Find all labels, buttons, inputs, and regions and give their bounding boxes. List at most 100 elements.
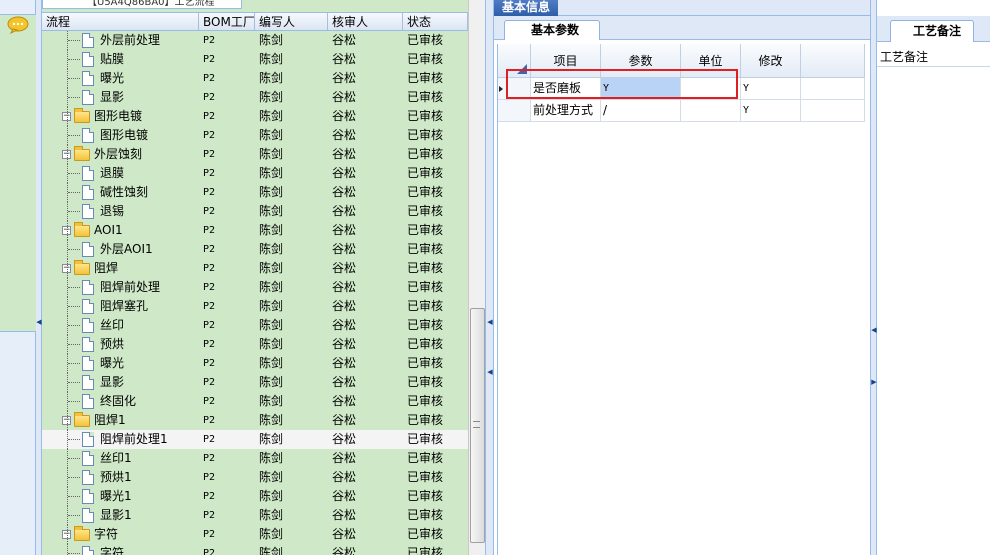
tree-row[interactable]: 终固化 P2 陈剑 谷松 已审核	[42, 392, 468, 411]
tree-node[interactable]: 曝光	[42, 69, 199, 88]
tree-row[interactable]: 字符 P2 陈剑 谷松 已审核	[42, 544, 468, 555]
tree-row[interactable]: − 阻焊1 P2 陈剑 谷松 已审核	[42, 411, 468, 430]
tree-node[interactable]: 字符	[42, 544, 199, 555]
tree-node-label: 外层蚀刻	[94, 147, 143, 161]
tree-row[interactable]: 图形电镀 P2 陈剑 谷松 已审核	[42, 126, 468, 145]
tree-node[interactable]: 预烘1	[42, 468, 199, 487]
cell-modify[interactable]: Y	[741, 78, 801, 100]
tree-node[interactable]: 显影	[42, 373, 199, 392]
tree-row[interactable]: 显影 P2 陈剑 谷松 已审核	[42, 373, 468, 392]
tree-row[interactable]: 外层AOI1 P2 陈剑 谷松 已审核	[42, 240, 468, 259]
tree-row[interactable]: 预烘1 P2 陈剑 谷松 已审核	[42, 468, 468, 487]
column-header-modify[interactable]: 修改	[741, 44, 801, 78]
cell-modify[interactable]: Y	[741, 100, 801, 122]
tree-row[interactable]: 显影 P2 陈剑 谷松 已审核	[42, 88, 468, 107]
tree-row[interactable]: 曝光 P2 陈剑 谷松 已审核	[42, 69, 468, 88]
tab-basic-params[interactable]: 基本参数	[504, 20, 601, 40]
tree-node[interactable]: 丝印1	[42, 449, 199, 468]
column-header-author[interactable]: 编写人	[255, 13, 328, 30]
basic-info-title[interactable]: 基本信息	[494, 0, 559, 16]
tree-node[interactable]: 显影1	[42, 506, 199, 525]
cell-reviewer: 谷松	[332, 71, 357, 85]
cell-status: 已审核	[407, 508, 444, 522]
tree-grid-header: 流程 BOM工厂 编写人 核审人 状态	[42, 12, 468, 31]
cell-reviewer: 谷松	[332, 337, 357, 351]
tree-connector-line	[67, 411, 68, 430]
tree-node[interactable]: 阻焊前处理	[42, 278, 199, 297]
tree-row[interactable]: 显影1 P2 陈剑 谷松 已审核	[42, 506, 468, 525]
cell-status: 已审核	[407, 52, 444, 66]
tab-process-remarks[interactable]: 工艺备注	[890, 20, 975, 42]
tree-node[interactable]: 阻焊塞孔	[42, 297, 199, 316]
tree-node[interactable]: 碱性蚀刻	[42, 183, 199, 202]
column-header-bom-factory[interactable]: BOM工厂	[199, 13, 255, 30]
tree-node[interactable]: 预烘	[42, 335, 199, 354]
column-header-process[interactable]: 流程	[42, 13, 199, 30]
column-header-reviewer[interactable]: 核审人	[328, 13, 403, 30]
cell-reviewer: 谷松	[332, 90, 357, 104]
tree-node[interactable]: 显影	[42, 88, 199, 107]
tree-row[interactable]: − AOI1 P2 陈剑 谷松 已审核	[42, 221, 468, 240]
cell-param[interactable]: /	[601, 100, 681, 122]
tree-node[interactable]: − 图形电镀	[42, 107, 199, 126]
tree-node[interactable]: 外层AOI1	[42, 240, 199, 259]
cell-unit[interactable]	[681, 100, 741, 122]
tree-node[interactable]: 曝光1	[42, 487, 199, 506]
process-flow-tab[interactable]: 【U5A4Q86BA0】工艺流程	[42, 0, 242, 9]
collapse-middle-right-arrow-icon[interactable]: ◀	[487, 368, 493, 376]
tree-row[interactable]: 碱性蚀刻 P2 陈剑 谷松 已审核	[42, 183, 468, 202]
middle-splitter[interactable]: ◀ ◀	[485, 0, 494, 555]
tree-node[interactable]: 贴膜	[42, 50, 199, 69]
tree-row[interactable]: 退锡 P2 陈剑 谷松 已审核	[42, 202, 468, 221]
tree-node[interactable]: 终固化	[42, 392, 199, 411]
document-icon	[82, 166, 94, 181]
tree-node[interactable]: 退锡	[42, 202, 199, 221]
tree-scrollbar[interactable]	[468, 0, 485, 555]
tree-node[interactable]: − 阻焊1	[42, 411, 199, 430]
tree-node-label: 阻焊1	[94, 413, 126, 427]
collapse-middle-left-arrow-icon[interactable]: ◀	[487, 318, 493, 326]
cell-author: 陈剑	[259, 299, 284, 313]
tree-row[interactable]: 外层前处理 P2 陈剑 谷松 已审核	[42, 31, 468, 50]
tree-row[interactable]: 阻焊前处理1 P2 陈剑 谷松 已审核	[42, 430, 468, 449]
tree-row[interactable]: 预烘 P2 陈剑 谷松 已审核	[42, 335, 468, 354]
tree-row[interactable]: 阻焊前处理 P2 陈剑 谷松 已审核	[42, 278, 468, 297]
cell-reviewer: 谷松	[332, 413, 357, 427]
tree-node[interactable]: 曝光	[42, 354, 199, 373]
tree-node[interactable]: − 阻焊	[42, 259, 199, 278]
cell-status: 已审核	[407, 147, 444, 161]
cell-reviewer: 谷松	[332, 166, 357, 180]
cell-status: 已审核	[407, 394, 444, 408]
chat-bubble-icon[interactable]	[7, 16, 29, 34]
tree-node[interactable]: − 字符	[42, 525, 199, 544]
tree-row[interactable]: − 外层蚀刻 P2 陈剑 谷松 已审核	[42, 145, 468, 164]
tree-node[interactable]: − AOI1	[42, 221, 199, 240]
tree-row[interactable]: 曝光1 P2 陈剑 谷松 已审核	[42, 487, 468, 506]
row-indicator[interactable]	[498, 100, 531, 122]
cell-status: 已审核	[407, 432, 444, 446]
cell-author: 陈剑	[259, 356, 284, 370]
table-row[interactable]: 前处理方式 / Y	[498, 100, 865, 122]
cell-item[interactable]: 前处理方式	[531, 100, 601, 122]
tree-row[interactable]: 丝印 P2 陈剑 谷松 已审核	[42, 316, 468, 335]
tree-node[interactable]: − 外层蚀刻	[42, 145, 199, 164]
tree-node[interactable]: 图形电镀	[42, 126, 199, 145]
column-header-status[interactable]: 状态	[403, 13, 468, 30]
tree-row[interactable]: − 阻焊 P2 陈剑 谷松 已审核	[42, 259, 468, 278]
cell-reviewer: 谷松	[332, 318, 357, 332]
tree-node-label: 显影	[100, 375, 125, 389]
tree-row[interactable]: 曝光 P2 陈剑 谷松 已审核	[42, 354, 468, 373]
right-splitter[interactable]: ◀ ▶	[870, 0, 877, 555]
tree-row[interactable]: 阻焊塞孔 P2 陈剑 谷松 已审核	[42, 297, 468, 316]
tree-row[interactable]: − 图形电镀 P2 陈剑 谷松 已审核	[42, 107, 468, 126]
tree-row[interactable]: 贴膜 P2 陈剑 谷松 已审核	[42, 50, 468, 69]
tree-connector-line	[67, 183, 68, 202]
tree-row[interactable]: 退膜 P2 陈剑 谷松 已审核	[42, 164, 468, 183]
tree-node[interactable]: 退膜	[42, 164, 199, 183]
tree-connector-line	[67, 50, 68, 69]
tree-row[interactable]: 丝印1 P2 陈剑 谷松 已审核	[42, 449, 468, 468]
tree-node[interactable]: 阻焊前处理1	[42, 430, 199, 449]
tree-node[interactable]: 丝印	[42, 316, 199, 335]
tree-node[interactable]: 外层前处理	[42, 31, 199, 50]
tree-row[interactable]: − 字符 P2 陈剑 谷松 已审核	[42, 525, 468, 544]
